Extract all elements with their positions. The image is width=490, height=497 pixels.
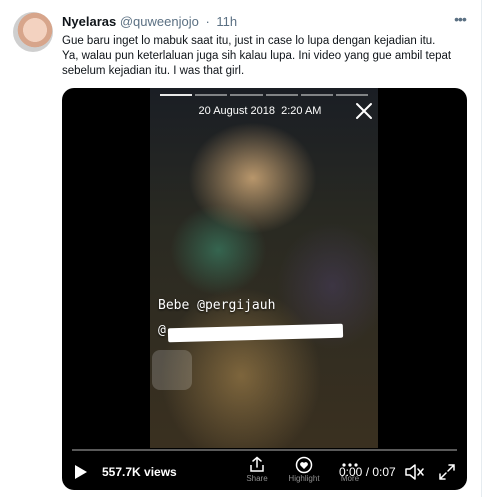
tweet-text-line: Gue baru inget lo mabuk saat itu, just i… xyxy=(62,35,436,47)
tweet-header: Nyelaras @quweenjojo · 11h xyxy=(62,13,467,31)
story-date-value: 20 August 2018 xyxy=(198,105,275,117)
highlight-label: Highlight xyxy=(288,474,320,483)
share-label: Share xyxy=(246,474,268,483)
author-name[interactable]: Nyelaras xyxy=(62,14,116,29)
author-handle[interactable]: @quweenjojo xyxy=(120,14,199,29)
overlay-ghost-button xyxy=(152,350,192,390)
play-icon[interactable] xyxy=(74,464,88,480)
tweet-text: Gue baru inget lo mabuk saat itu, just i… xyxy=(62,34,472,79)
video-progress-bar[interactable] xyxy=(72,449,457,451)
highlight-button[interactable]: Highlight xyxy=(284,456,324,488)
redaction-scribble xyxy=(167,323,344,343)
tweet-text-line: Ya, walau pun keterlaluan juga sih kalau… xyxy=(62,50,452,62)
tweet-text-line: sebelum kejadian itu. I was that girl. xyxy=(62,65,245,77)
story-progress-segments xyxy=(160,94,369,96)
story-time-value: 2:20 AM xyxy=(281,105,322,117)
tweet-timestamp[interactable]: 11h xyxy=(216,14,237,29)
elapsed-time: 0:00 xyxy=(339,465,363,479)
avatar[interactable] xyxy=(13,12,53,52)
more-horizontal-icon[interactable]: ••• xyxy=(452,11,468,27)
video-timer: 0:00 / 0:07 xyxy=(339,464,396,480)
duration: 0:07 xyxy=(372,465,396,479)
timer-separator: / xyxy=(362,465,373,479)
story-date: 20 August 2018 2:20 AM xyxy=(190,105,330,117)
header-separator: · xyxy=(205,14,210,29)
mention-sticker: Bebe @pergijauh xyxy=(158,298,276,313)
video-player[interactable]: 20 August 2018 2:20 AM Bebe @pergijauh @… xyxy=(62,88,467,490)
share-icon xyxy=(250,456,264,472)
mute-icon[interactable] xyxy=(404,463,424,481)
tweet-card[interactable]: Nyelaras @quweenjojo · 11h ••• Gue baru … xyxy=(0,0,482,497)
video-controls: 557.7K views Share Highlight More 0:00 /… xyxy=(62,454,467,490)
video-frame[interactable]: 20 August 2018 2:20 AM Bebe @pergijauh @ xyxy=(150,88,378,448)
view-count: 557.7K views xyxy=(102,465,177,479)
share-button[interactable]: Share xyxy=(237,456,277,488)
close-icon xyxy=(356,103,372,119)
expand-icon[interactable] xyxy=(438,463,456,481)
highlight-icon xyxy=(295,456,313,474)
mention-sticker-redacted: @ xyxy=(158,323,166,338)
